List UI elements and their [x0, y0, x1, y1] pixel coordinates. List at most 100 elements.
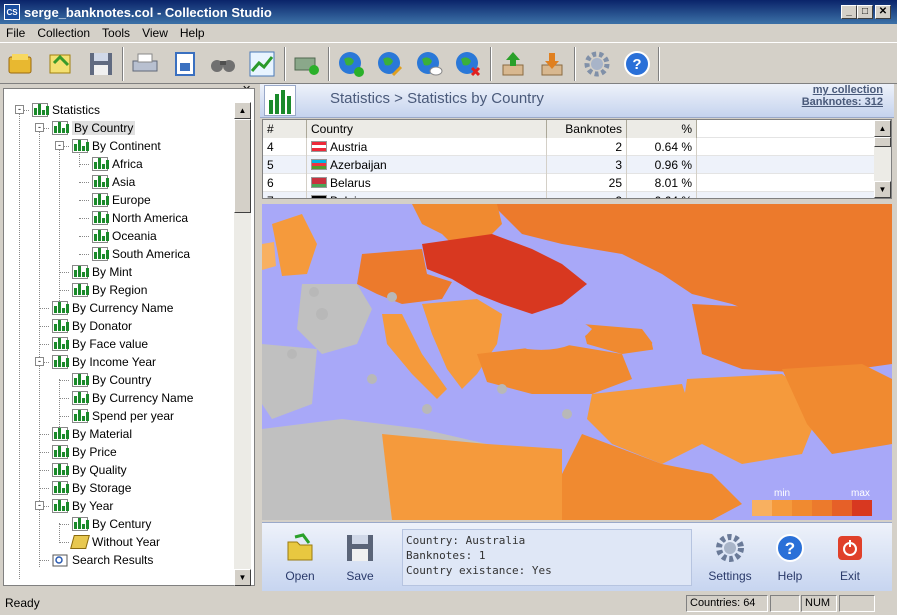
- tree-item-by-year[interactable]: - By Year: [35, 497, 113, 515]
- tree-item-spend-per-year[interactable]: Spend per year: [72, 407, 174, 425]
- tree-expander[interactable]: -: [55, 141, 64, 150]
- tree-item-by-material[interactable]: By Material: [52, 425, 132, 443]
- tree-item-by-quality[interactable]: By Quality: [52, 461, 127, 479]
- map-region-egypt: [487, 444, 562, 520]
- tree-item-europe[interactable]: Europe: [92, 191, 151, 209]
- import-icon[interactable]: [535, 47, 569, 81]
- statistics-icon: [92, 247, 109, 261]
- globe-delete-icon[interactable]: [451, 47, 485, 81]
- menu-file[interactable]: File: [0, 26, 31, 40]
- scroll-down-icon[interactable]: ▼: [234, 569, 251, 586]
- statistics-icon: [72, 373, 89, 387]
- tree-item-label: By Quality: [72, 463, 127, 477]
- maximize-button[interactable]: □: [857, 5, 873, 19]
- scroll-up-icon[interactable]: ▲: [234, 102, 251, 119]
- window-title: serge_banknotes.col - Collection Studio: [24, 4, 272, 20]
- status-bar: Ready Countries: 64 NUM: [0, 593, 897, 615]
- tree-item-label: By Currency Name: [72, 301, 174, 315]
- statistics-icon: [72, 283, 89, 297]
- table-scroll-up-icon[interactable]: ▲: [874, 120, 891, 137]
- tree-item-by-income-year[interactable]: - By Income Year: [35, 353, 156, 371]
- tree-expander[interactable]: -: [15, 105, 24, 114]
- menu-view[interactable]: View: [136, 26, 174, 40]
- folders-icon[interactable]: [44, 47, 78, 81]
- globe-edit-icon[interactable]: [373, 47, 407, 81]
- statistics-icon: [52, 319, 69, 333]
- table-scroll-down-icon[interactable]: ▼: [874, 181, 891, 198]
- tree-item-by-region[interactable]: By Region: [72, 281, 147, 299]
- export-icon[interactable]: [496, 47, 530, 81]
- binoculars-icon[interactable]: [206, 47, 240, 81]
- help-button[interactable]: ? Help: [766, 533, 814, 583]
- globe-chat-icon[interactable]: [412, 47, 446, 81]
- tree-item-by-mint[interactable]: By Mint: [72, 263, 132, 281]
- menu-help[interactable]: Help: [174, 26, 211, 40]
- column-header-banknotes[interactable]: Banknotes: [547, 120, 627, 138]
- tree-item-search-results[interactable]: Search Results: [52, 551, 153, 569]
- tree-item-by-century[interactable]: By Century: [72, 515, 151, 533]
- save-icon[interactable]: [84, 47, 118, 81]
- close-button[interactable]: ✕: [875, 5, 891, 19]
- tree-item-label: By Price: [72, 445, 117, 459]
- my-collection-link[interactable]: my collection: [802, 84, 883, 96]
- tree-item-by-storage[interactable]: By Storage: [52, 479, 131, 497]
- help-icon[interactable]: ?: [620, 47, 654, 81]
- add-banknote-icon[interactable]: [290, 47, 324, 81]
- tree-item-by-price[interactable]: By Price: [52, 443, 117, 461]
- table-scroll-thumb[interactable]: [874, 137, 891, 147]
- table-row[interactable]: 7 Belgium 20.64 %: [263, 192, 875, 198]
- svg-text:?: ?: [632, 56, 641, 73]
- statistics-icon: [92, 211, 109, 225]
- tree-item-label: Europe: [112, 193, 151, 207]
- print-icon[interactable]: [128, 47, 162, 81]
- column-header-percent[interactable]: %: [627, 120, 697, 138]
- tree-item-north-america[interactable]: North America: [92, 209, 188, 227]
- settings-gear-icon[interactable]: [580, 47, 614, 81]
- tree-scrollbar[interactable]: ▲ ▼: [234, 102, 251, 586]
- tree-item-by-continent[interactable]: - By Continent: [55, 137, 161, 155]
- tree-item-without-year[interactable]: Without Year: [70, 533, 160, 551]
- tree-item-oceania[interactable]: Oceania: [92, 227, 157, 245]
- statistics-icon: [52, 355, 69, 369]
- tree-item-by-face-value[interactable]: By Face value: [52, 335, 148, 353]
- tree-item-by-currency-name[interactable]: By Currency Name: [52, 299, 173, 317]
- title-bar[interactable]: CS serge_banknotes.col - Collection Stud…: [0, 0, 897, 24]
- cell-number: 5: [263, 156, 307, 174]
- scroll-thumb[interactable]: [234, 119, 251, 213]
- minimize-button[interactable]: _: [841, 5, 857, 19]
- print-preview-icon[interactable]: [168, 47, 202, 81]
- settings-button[interactable]: Settings: [706, 533, 754, 583]
- statistics-icon: [92, 193, 109, 207]
- table-row[interactable]: 5 Azerbaijan 3 0.96 %: [263, 156, 875, 174]
- chart-icon[interactable]: [245, 47, 279, 81]
- tree-item-by-currency-name[interactable]: By Currency Name: [72, 389, 193, 407]
- exit-button[interactable]: Exit: [826, 533, 874, 583]
- collection-summary: my collection Banknotes: 312: [802, 84, 883, 108]
- open-collection-icon[interactable]: [4, 47, 38, 81]
- table-row[interactable]: 6 Belarus 25 8.01 %: [263, 174, 875, 192]
- tree-expander[interactable]: -: [35, 357, 44, 366]
- tree-item-by-country[interactable]: By Country: [72, 371, 151, 389]
- svg-text:?: ?: [785, 539, 795, 558]
- column-header-country[interactable]: Country: [307, 120, 547, 138]
- menu-tools[interactable]: Tools: [96, 26, 136, 40]
- statistics-map[interactable]: [262, 204, 892, 520]
- tree-expander[interactable]: -: [35, 501, 44, 510]
- tree-item-south-america[interactable]: South America: [92, 245, 190, 263]
- column-header-number[interactable]: #: [263, 120, 307, 138]
- tree-item-by-donator[interactable]: By Donator: [52, 317, 132, 335]
- tree-item-label: By Storage: [72, 481, 132, 495]
- table-scrollbar[interactable]: ▲ ▼: [874, 120, 891, 198]
- open-button[interactable]: Open: [276, 533, 324, 583]
- tree-item-asia[interactable]: Asia: [92, 173, 135, 191]
- status-pane-empty-2: [839, 595, 875, 612]
- save-button[interactable]: Save: [336, 533, 384, 583]
- tree-item-by-country[interactable]: - By Country: [35, 119, 136, 137]
- tree-item-africa[interactable]: Africa: [92, 155, 143, 173]
- menu-collection[interactable]: Collection: [31, 26, 96, 40]
- cell-banknotes: 2: [547, 192, 627, 198]
- tree-expander[interactable]: -: [35, 123, 44, 132]
- globe-add-icon[interactable]: [334, 47, 368, 81]
- tree-item-statistics[interactable]: - Statistics: [15, 101, 100, 119]
- table-row[interactable]: 4 Austria 2 0.64 %: [263, 138, 875, 156]
